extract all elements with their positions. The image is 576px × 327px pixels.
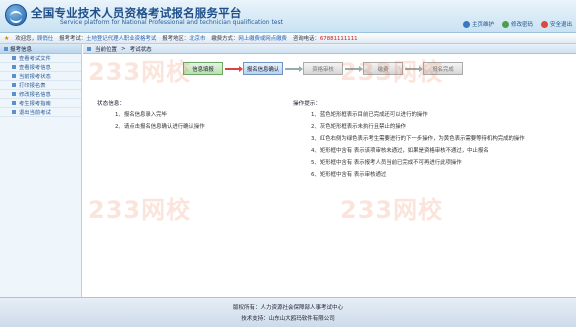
change-password-label: 修改密码 xyxy=(510,22,533,28)
folder-icon xyxy=(4,46,8,51)
status-panel-title: 状态信息： xyxy=(97,101,125,107)
tips-panel: 操作提示： 1、蓝色矩形框表示目前已完成还可以进行的操作 2、灰色矩形框表示未执… xyxy=(293,99,568,239)
breadcrumb-current: 考试状态 xyxy=(129,46,152,53)
home-maintenance-link[interactable]: 主页维护 xyxy=(462,20,494,28)
area-value: 北京市 xyxy=(189,36,206,42)
change-password-link[interactable]: 修改密码 xyxy=(501,20,533,28)
tip-item: 3、红色右侧为绿色表示考生需要进行的下一步操作，为黄色表示需要等待机构完成的操作 xyxy=(311,136,525,142)
sidebar-item-label: 打印报名表 xyxy=(19,83,46,89)
tip-item: 6、矩形框中含有 表示审核通过 xyxy=(311,172,387,178)
sidebar-item-label: 当前报考状态 xyxy=(19,74,51,80)
sidebar-item-status[interactable]: 当前报考状态 xyxy=(0,72,81,81)
top-links: 主页维护 修改密码 安全退出 xyxy=(462,20,572,28)
sidebar-header: 报考信息 xyxy=(0,44,81,54)
sidebar: 报考信息 查看考试文件 查看报考信息 当前报考状态 打印报名表 修改报名信息 考… xyxy=(0,44,82,297)
tip-item: 5、矩形框中含有 表示报考人员当前已完成不可再进行此项操作 xyxy=(311,160,462,166)
exit-icon xyxy=(540,20,548,28)
location-icon xyxy=(87,46,91,51)
tips-panel-title: 操作提示： xyxy=(293,101,321,107)
logo-icon xyxy=(5,4,27,26)
main-content: 当前位置 > 考试状态 信息填报 报名信息确认 资格审核 缴费 报名完成 状态信… xyxy=(83,44,576,297)
status-item: 1、报名信息录入完毕 xyxy=(115,112,167,118)
sidebar-item-exam-files[interactable]: 查看考试文件 xyxy=(0,54,81,63)
exam-name: 土地登记代理人职业资格考试 xyxy=(86,36,157,42)
user-info-bar: ★ 欢迎您，顾俏仕 报考考试：土地登记代理人职业资格考试 报考地区：北京市 缴费… xyxy=(0,33,576,44)
status-panel: 状态信息： 1、报名信息录入完毕 2、请点击报名信息确认进行确认操作 xyxy=(97,99,282,219)
arrow-icon xyxy=(345,65,363,72)
progress-steps: 信息填报 报名信息确认 资格审核 缴费 报名完成 xyxy=(183,62,463,75)
breadcrumb: 当前位置 > 考试状态 xyxy=(83,44,576,54)
phone-value: 67881111111 xyxy=(319,36,358,42)
sidebar-item-label: 考生报考指南 xyxy=(19,101,51,107)
status-item: 2、请点击报名信息确认进行确认操作 xyxy=(115,124,205,130)
sidebar-item-edit-info[interactable]: 修改报名信息 xyxy=(0,90,81,99)
breadcrumb-separator: > xyxy=(121,45,126,52)
exam-label: 报考考试： xyxy=(59,36,87,42)
logout-link[interactable]: 安全退出 xyxy=(540,20,572,28)
footer-support: 技术支持：山东山大鸥玛软件有限公司 xyxy=(241,316,335,322)
sidebar-item-print-form[interactable]: 打印报名表 xyxy=(0,81,81,90)
step-payment: 缴费 xyxy=(363,62,403,75)
breadcrumb-home: 当前位置 xyxy=(95,46,118,53)
pay-value: 网上缴费或网点缴费 xyxy=(238,36,287,42)
step-confirm[interactable]: 报名信息确认 xyxy=(243,62,283,75)
bullet-icon xyxy=(12,101,16,105)
key-icon xyxy=(501,20,509,28)
footer-copyright: 版权所有：人力资源社会保障部人事考试中心 xyxy=(232,305,343,311)
bullet-icon xyxy=(12,92,16,96)
sidebar-item-label: 退出当前考试 xyxy=(19,110,51,116)
step-info-fill[interactable]: 信息填报 xyxy=(183,62,223,75)
tip-item: 4、矩形框中含有 表示该项审核未通过，如果是资格审核不通过，中止报名 xyxy=(311,148,489,154)
sidebar-item-guide[interactable]: 考生报考指南 xyxy=(0,99,81,108)
step-review: 资格审核 xyxy=(303,62,343,75)
arrow-icon xyxy=(225,65,243,72)
home-icon xyxy=(462,20,470,28)
sidebar-item-exit-exam[interactable]: 退出当前考试 xyxy=(0,108,81,117)
page: 全国专业技术人员资格考试报名服务平台 Service platform for … xyxy=(0,0,576,327)
logout-label: 安全退出 xyxy=(549,22,572,28)
bullet-icon xyxy=(12,56,16,60)
welcome-label: 欢迎您， xyxy=(15,36,37,42)
site-subtitle: Service platform for National Profession… xyxy=(60,19,283,26)
arrow-icon xyxy=(285,65,303,72)
sidebar-item-label: 查看报考信息 xyxy=(19,65,51,71)
arrow-icon xyxy=(405,65,423,72)
tip-item: 2、灰色矩形框表示未执行且禁止的操作 xyxy=(311,124,407,130)
sidebar-header-label: 报考信息 xyxy=(10,46,33,53)
bullet-icon xyxy=(12,110,16,114)
home-maintenance-label: 主页维护 xyxy=(471,22,494,28)
phone-label: 咨询电话： xyxy=(292,36,320,42)
header: 全国专业技术人员资格考试报名服务平台 Service platform for … xyxy=(0,0,576,33)
sidebar-item-label: 修改报名信息 xyxy=(19,92,51,98)
star-icon: ★ xyxy=(4,34,10,42)
footer: 版权所有：人力资源社会保障部人事考试中心 技术支持：山东山大鸥玛软件有限公司 xyxy=(0,297,576,327)
bullet-icon xyxy=(12,83,16,87)
sidebar-item-label: 查看考试文件 xyxy=(19,56,51,62)
sidebar-item-view-info[interactable]: 查看报考信息 xyxy=(0,63,81,72)
step-complete: 报名完成 xyxy=(423,62,463,75)
user-name: 顾俏仕 xyxy=(36,36,54,42)
pay-label: 缴费方式： xyxy=(211,36,239,42)
tip-item: 1、蓝色矩形框表示目前已完成还可以进行的操作 xyxy=(311,112,428,118)
bullet-icon xyxy=(12,74,16,78)
area-label: 报考地区： xyxy=(162,36,190,42)
bullet-icon xyxy=(12,65,16,69)
